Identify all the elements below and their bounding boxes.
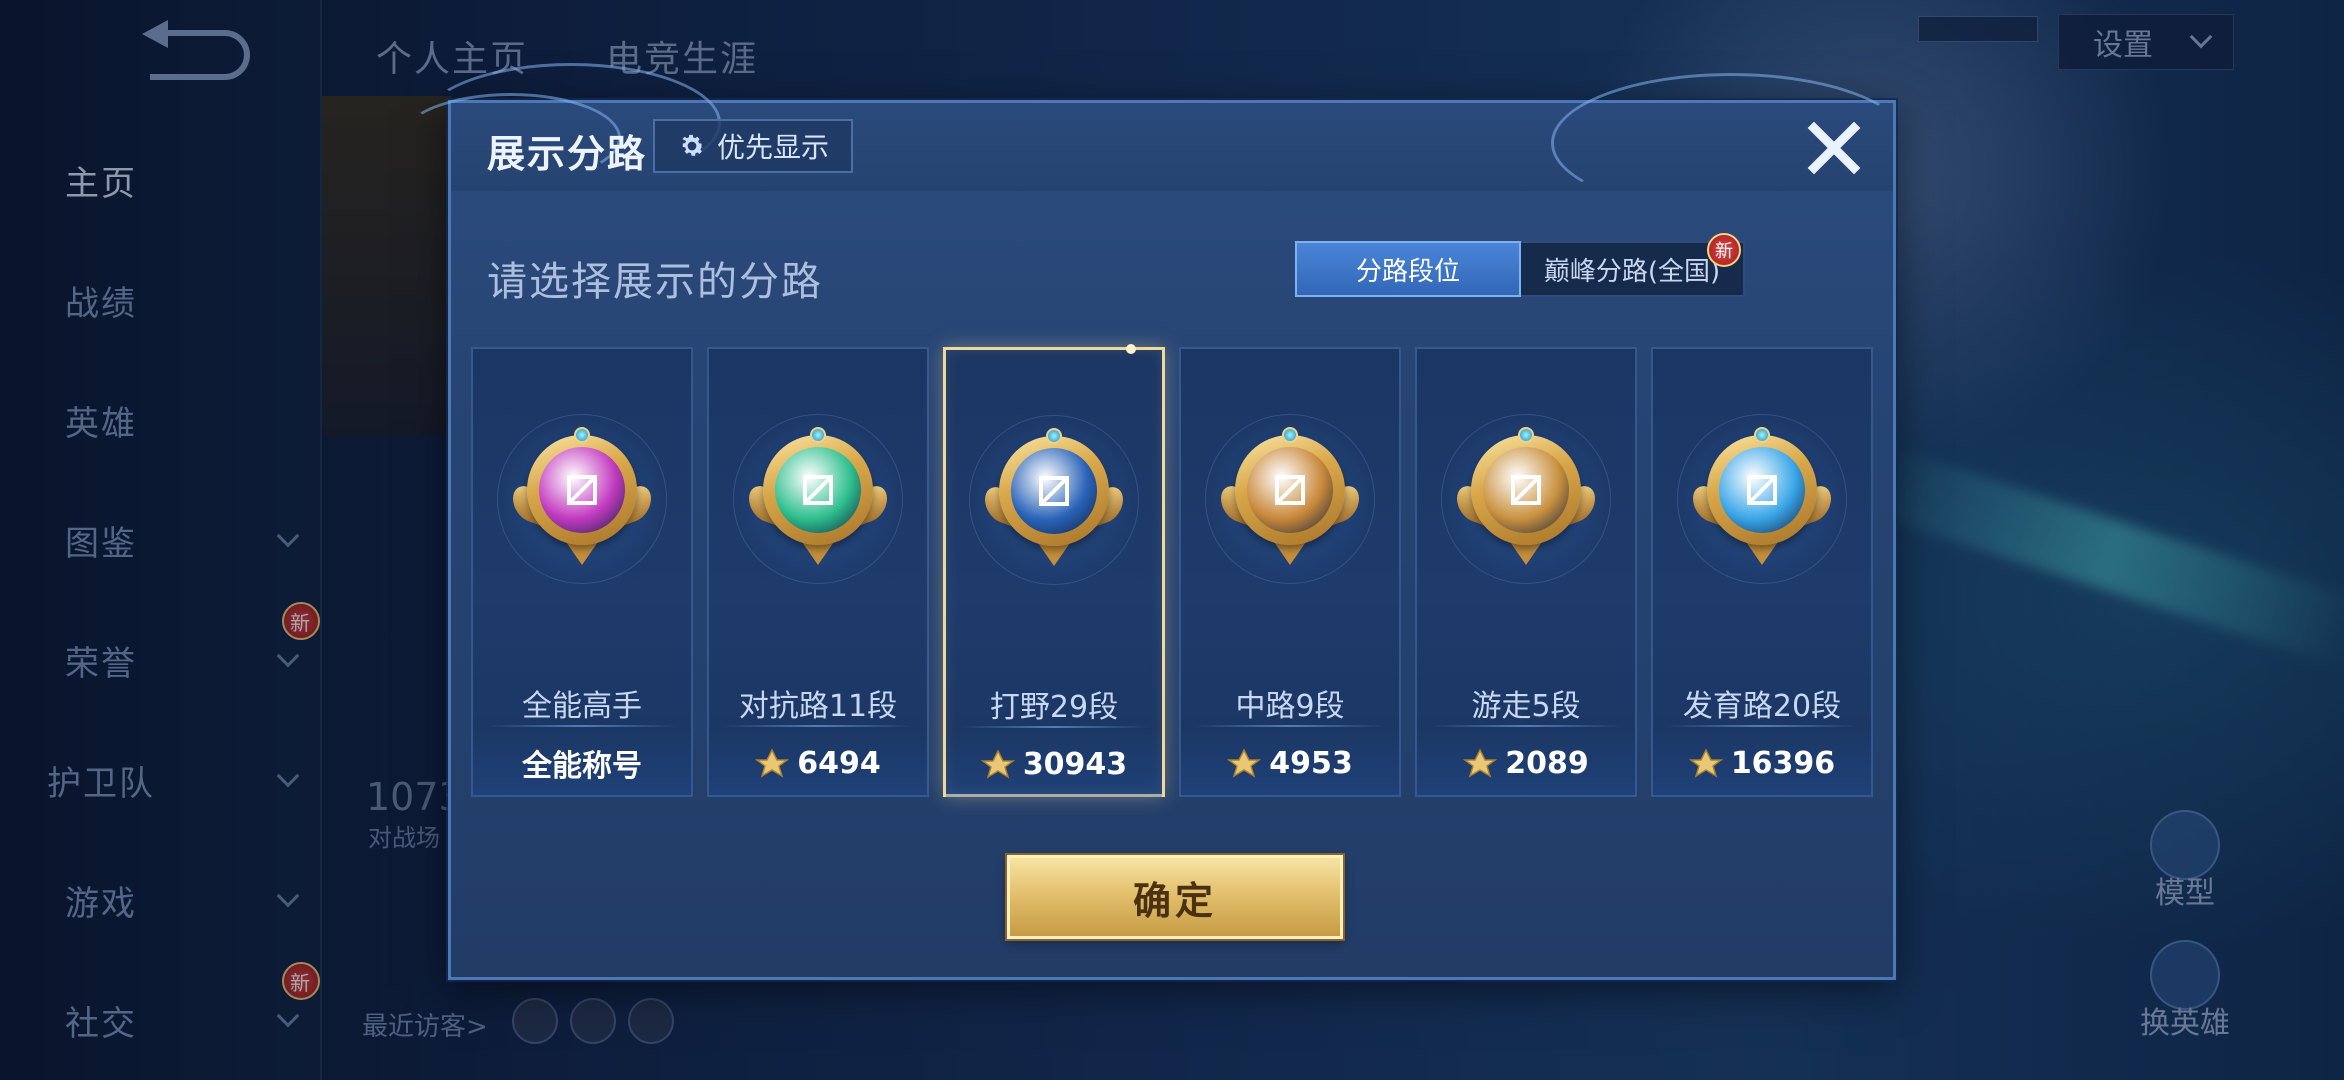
lane-card[interactable]: 全能高手 全能称号	[471, 347, 693, 797]
points-icon	[755, 748, 790, 778]
lane-card-row: 全能高手 全能称号 对抗路11段 6494 打野29段 30943 中路9段 4953 游走5段…	[471, 344, 1881, 798]
card-divider	[1195, 725, 1385, 727]
lane-display-dialog: 展示分路 优先显示 请选择展示的分路 分路段位 巅峰分路(全国) 新 全能高手全…	[401, 63, 1911, 980]
lane-badge-icon	[1693, 427, 1831, 569]
points-icon	[1227, 748, 1262, 778]
lane-name: 打野29段	[989, 690, 1119, 725]
lane-name: 对抗路11段	[738, 689, 898, 724]
gear-icon	[682, 134, 704, 156]
dialog-title: 展示分路	[487, 132, 648, 176]
points-icon	[1463, 748, 1498, 778]
badge-gem	[810, 427, 826, 443]
lane-points: 2089	[1505, 745, 1589, 781]
lane-card-footer: 2089	[1417, 729, 1635, 797]
lane-card-footer: 16396	[1653, 729, 1871, 797]
badge-ring	[763, 435, 873, 545]
badge-gem	[1754, 427, 1770, 443]
badge-emblem	[1483, 447, 1569, 533]
new-badge-icon: 新	[1707, 233, 1741, 267]
lane-card-footer: 6494	[709, 729, 927, 797]
lane-points: 6494	[797, 745, 881, 781]
lane-badge-icon	[1457, 427, 1595, 569]
lane-card[interactable]: 游走5段 2089	[1415, 347, 1637, 797]
emblem-glyph-icon	[803, 475, 833, 505]
lane-card[interactable]: 对抗路11段 6494	[707, 347, 929, 797]
lane-badge-icon	[749, 427, 887, 569]
emblem-glyph-icon	[1747, 475, 1777, 505]
tab-peak-lane[interactable]: 巅峰分路(全国) 新	[1521, 233, 1745, 297]
badge-ring	[1707, 435, 1817, 545]
lane-name: 游走5段	[1471, 689, 1581, 724]
badge-gem	[1282, 427, 1298, 443]
lane-points: 16396	[1730, 745, 1836, 781]
points-icon	[980, 749, 1015, 779]
lane-name: 全能高手	[522, 689, 642, 724]
badge-emblem	[1011, 448, 1097, 534]
lane-card-footer: 30943	[946, 730, 1162, 798]
card-divider	[487, 725, 677, 727]
lane-name: 发育路20段	[1682, 689, 1842, 724]
confirm-button[interactable]: 确定	[1007, 855, 1343, 939]
card-divider	[1667, 725, 1857, 727]
badge-ring	[527, 435, 637, 545]
badge-gem	[1518, 427, 1534, 443]
card-divider	[1431, 725, 1621, 727]
lane-card[interactable]: 中路9段 4953	[1179, 347, 1401, 797]
dialog-subtitle: 请选择展示的分路	[487, 259, 823, 305]
lane-name: 中路9段	[1235, 689, 1345, 724]
badge-gem	[574, 427, 590, 443]
tab-lane-rank[interactable]: 分路段位	[1295, 241, 1521, 297]
lane-card[interactable]: 发育路20段 16396	[1651, 347, 1873, 797]
lane-points: 30943	[1022, 746, 1128, 782]
badge-emblem	[1719, 447, 1805, 533]
badge-ring	[1471, 435, 1581, 545]
card-divider	[723, 725, 913, 727]
tab-peak-lane-label: 巅峰分路(全国)	[1543, 256, 1721, 287]
badge-ring	[1235, 435, 1345, 545]
lane-points: 4953	[1269, 745, 1353, 781]
lane-title: 全能称号	[522, 749, 642, 784]
points-icon	[1688, 748, 1723, 778]
priority-display-button[interactable]: 优先显示	[653, 119, 853, 173]
card-divider	[960, 726, 1148, 728]
emblem-glyph-icon	[1275, 475, 1305, 505]
emblem-glyph-icon	[1039, 476, 1069, 506]
badge-emblem	[1247, 447, 1333, 533]
badge-emblem	[775, 447, 861, 533]
close-icon	[1807, 121, 1861, 175]
lane-card-footer: 4953	[1181, 729, 1399, 797]
badge-ring	[999, 436, 1109, 546]
emblem-glyph-icon	[1511, 475, 1541, 505]
lane-card-footer: 全能称号	[473, 729, 691, 797]
lane-badge-icon	[513, 427, 651, 569]
badge-emblem	[539, 447, 625, 533]
lane-badge-icon	[1221, 427, 1359, 569]
priority-display-label: 优先显示	[716, 131, 829, 164]
close-button[interactable]	[1803, 117, 1865, 179]
lane-badge-icon	[985, 428, 1123, 570]
badge-gem	[1046, 428, 1062, 444]
emblem-glyph-icon	[567, 475, 597, 505]
lane-card[interactable]: 打野29段 30943	[943, 344, 1165, 798]
